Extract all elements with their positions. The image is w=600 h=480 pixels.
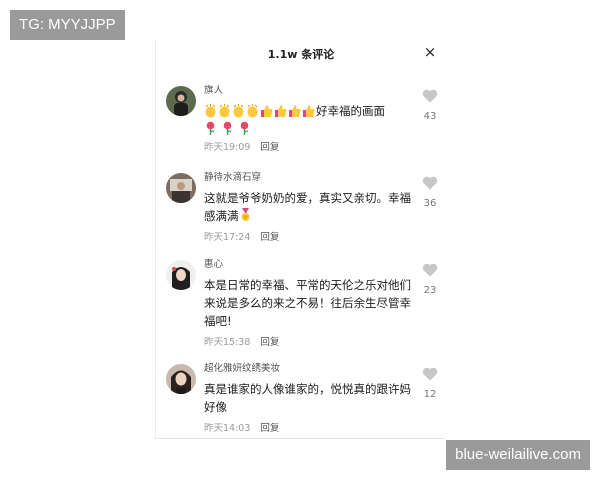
comment-meta: 昨天19:09 回复 <box>204 141 416 155</box>
thumbs-up-emoji-icon <box>288 104 301 118</box>
rose-emoji-icon <box>238 121 251 135</box>
reply-button[interactable]: 回复 <box>260 142 279 153</box>
watermark-bottom-right: blue-weilailive.com <box>446 440 590 470</box>
like-count: 36 <box>423 198 437 209</box>
like-count: 23 <box>423 285 437 296</box>
comment-text: 好幸福的画面 <box>204 102 416 135</box>
comment-username[interactable]: 旗人 <box>204 84 416 98</box>
like-button[interactable]: 43 <box>420 88 440 123</box>
comment-username[interactable]: 超化雅妍纹绣美妆 <box>204 362 416 376</box>
comments-panel: 1.1w 条评论 × 旗人 好幸福的画面 昨天19:09 回复 43 静待水滴石… <box>155 40 446 438</box>
panel-divider <box>155 438 445 439</box>
clap-emoji-icon <box>232 104 245 118</box>
clap-emoji-icon <box>246 104 259 118</box>
heart-icon <box>422 263 438 277</box>
rose-emoji-icon <box>221 121 234 135</box>
comment-text: 这就是爷爷奶奶的爱，真实又亲切。幸福感满满 <box>204 189 416 225</box>
like-button[interactable]: 23 <box>420 262 440 297</box>
clap-emoji-icon <box>218 104 231 118</box>
avatar[interactable] <box>166 173 196 203</box>
comment-text-body: 这就是爷爷奶奶的爱，真实又亲切。幸福感满满 <box>204 191 411 223</box>
thumbs-up-emoji-icon <box>274 104 287 118</box>
avatar[interactable] <box>166 86 196 116</box>
thumbs-up-emoji-icon <box>260 104 273 118</box>
comment-meta: 昨天15:38 回复 <box>204 336 416 350</box>
like-button[interactable]: 36 <box>420 175 440 210</box>
comment-time: 昨天19:09 <box>204 142 251 153</box>
like-count: 12 <box>423 389 437 400</box>
avatar[interactable] <box>166 364 196 394</box>
clap-emoji-icon <box>204 104 217 118</box>
like-button[interactable]: 12 <box>420 366 440 401</box>
thumbs-up-emoji-icon <box>302 104 315 118</box>
reply-button[interactable]: 回复 <box>260 337 279 348</box>
comment-username[interactable]: 惠心 <box>204 258 416 272</box>
medal-emoji-icon <box>239 208 252 222</box>
reply-button[interactable]: 回复 <box>260 423 279 434</box>
comment-username[interactable]: 静待水滴石穿 <box>204 171 416 185</box>
comment-text: 本是日常的幸福、平常的天伦之乐对他们来说是多么的来之不易！往后余生尽管幸福吧! <box>204 278 411 328</box>
avatar[interactable] <box>166 260 196 290</box>
rose-emoji-icon <box>204 121 217 135</box>
comment-text-body: 好幸福的画面 <box>316 104 385 118</box>
close-button[interactable]: × <box>422 44 438 60</box>
comment-time: 昨天17:24 <box>204 232 251 243</box>
comment-text: 真是谁家的人像谁家的，悦悦真的跟许妈好像 <box>204 382 411 414</box>
like-count: 43 <box>423 111 437 122</box>
comments-count-title: 1.1w 条评论 <box>267 48 335 61</box>
comment-meta: 昨天14:03 回复 <box>204 422 416 436</box>
comment-time: 昨天15:38 <box>204 337 251 348</box>
comment-meta: 昨天17:24 回复 <box>204 231 416 245</box>
comment-time: 昨天14:03 <box>204 423 251 434</box>
heart-icon <box>422 176 438 190</box>
reply-button[interactable]: 回复 <box>260 232 279 243</box>
heart-icon <box>422 367 438 381</box>
watermark-top-left: TG: MYYJJPP <box>10 10 125 40</box>
heart-icon <box>422 89 438 103</box>
